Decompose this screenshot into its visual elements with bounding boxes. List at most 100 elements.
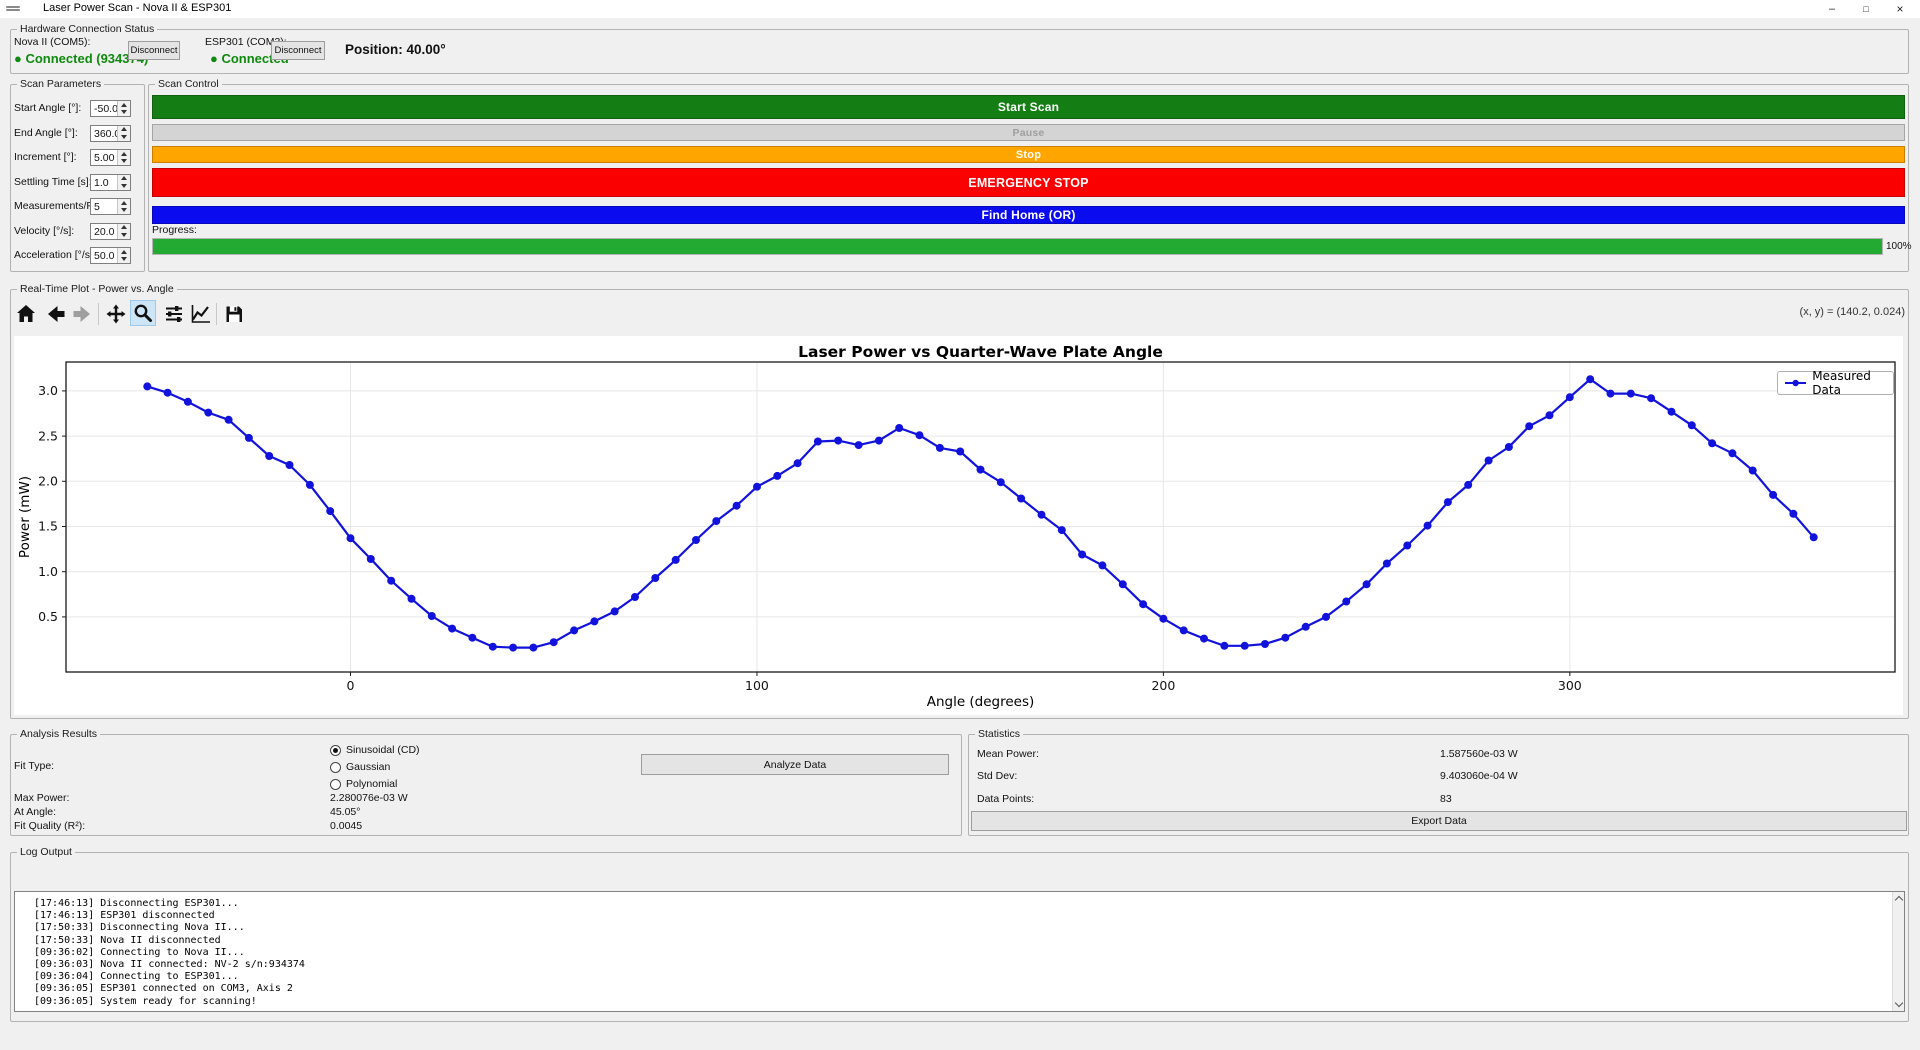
hardware-group-title: Hardware Connection Status <box>17 23 158 35</box>
param-spin-arrows <box>117 199 130 214</box>
spin-up-button[interactable] <box>118 101 130 109</box>
toolbar-forward-button[interactable] <box>70 302 94 326</box>
param-spinbox[interactable]: 50.0 <box>90 247 131 264</box>
toolbar-zoom-button[interactable] <box>130 300 156 326</box>
nova-device-label: Nova II (COM5): <box>14 36 91 48</box>
param-spinbox[interactable]: -50.00 <box>90 100 131 117</box>
minimize-button[interactable]: – <box>1816 0 1848 18</box>
fit-option-label: Sinusoidal (CD) <box>346 744 420 756</box>
start-scan-button[interactable]: Start Scan <box>152 95 1905 119</box>
spin-down-button[interactable] <box>118 182 130 190</box>
toolbar-customize-button[interactable] <box>188 302 212 326</box>
spin-down-button[interactable] <box>118 255 130 263</box>
nova-disconnect-button[interactable]: Disconnect <box>128 41 180 60</box>
spin-up-button[interactable] <box>118 199 130 207</box>
save-icon <box>226 306 242 322</box>
legend-label: Measured Data <box>1812 369 1871 397</box>
svg-text:100: 100 <box>745 678 769 693</box>
spin-up-icon <box>121 225 127 230</box>
scroll-up-button[interactable] <box>1893 892 1905 905</box>
toolbar-separator <box>98 303 99 325</box>
cursor-coords-readout: (x, y) = (140.2, 0.024) <box>1799 306 1905 318</box>
param-spin-arrows <box>117 101 130 116</box>
home-icon <box>17 305 35 322</box>
spin-up-icon <box>121 151 127 156</box>
progress-percent: 100% <box>1886 241 1912 252</box>
param-value: 5.00 <box>94 152 115 164</box>
toolbar-back-button[interactable] <box>44 302 68 326</box>
analysis-group-title: Analysis Results <box>17 728 101 740</box>
progress-bar <box>152 238 1883 255</box>
statistics-group-title: Statistics <box>975 728 1024 740</box>
plot-group-title: Real-Time Plot - Power vs. Angle <box>17 283 177 295</box>
position-readout: Position: 40.00° <box>345 42 446 57</box>
minimize-icon: – <box>1828 3 1836 15</box>
pan-icon <box>106 304 126 324</box>
param-spin-arrows <box>117 150 130 165</box>
log-line: [17:50:33] Disconnecting Nova II... <box>34 922 245 934</box>
toolbar-home-button[interactable] <box>14 302 38 326</box>
param-spinbox[interactable]: 5 <box>90 198 131 215</box>
svg-text:2.5: 2.5 <box>38 428 58 443</box>
spin-up-button[interactable] <box>118 248 130 256</box>
spin-down-button[interactable] <box>118 108 130 116</box>
scroll-down-button[interactable] <box>1893 998 1905 1011</box>
param-spin-arrows <box>117 174 130 190</box>
chevron-down-icon <box>1894 998 1904 1008</box>
param-spinbox[interactable]: 1.0 <box>90 173 131 191</box>
log-scrollbar[interactable] <box>1892 892 1904 1011</box>
statistics-row-value: 1.587560e-03 W <box>1440 748 1518 760</box>
spin-down-button[interactable] <box>118 231 130 239</box>
stop-button[interactable]: Stop <box>152 146 1905 163</box>
svg-text:1.0: 1.0 <box>38 564 58 579</box>
maximize-button[interactable]: □ <box>1850 0 1882 18</box>
fit-option-radio[interactable] <box>330 745 341 756</box>
log-line: [17:50:33] Nova II disconnected <box>34 934 221 946</box>
close-button[interactable]: × <box>1884 0 1916 18</box>
log-output-box[interactable]: [17:46:13] Disconnecting ESP301... [17:46… <box>14 891 1905 1012</box>
app-window: Laser Power Scan - Nova II & ESP301 – □ … <box>0 0 1920 1050</box>
log-line: [09:36:05] System ready for scanning! <box>34 995 257 1007</box>
find-home-button[interactable]: Find Home (OR) <box>152 206 1905 224</box>
log-group-title: Log Output <box>17 846 75 858</box>
plot-canvas[interactable]: 0 100 200 300 0.5 1.0 1.5 2.0 2.5 3.0 <box>14 336 1903 715</box>
spin-down-icon <box>121 232 127 237</box>
spin-up-button[interactable] <box>118 223 130 231</box>
chart-title: Laser Power vs Quarter-Wave Plate Angle <box>798 343 1163 361</box>
emergency-stop-button[interactable]: EMERGENCY STOP <box>152 168 1905 197</box>
spin-down-button[interactable] <box>118 206 130 214</box>
param-spin-arrows <box>117 223 130 239</box>
spin-down-icon <box>121 159 127 164</box>
spin-up-button[interactable] <box>118 125 130 133</box>
svg-text:200: 200 <box>1151 678 1175 693</box>
spin-down-icon <box>121 110 127 115</box>
svg-text:0.5: 0.5 <box>38 609 58 624</box>
log-line: [09:36:05] ESP301 connected on COM3, Axi… <box>34 983 293 995</box>
log-line: [09:36:03] Nova II connected: NV-2 s/n:9… <box>34 959 305 970</box>
spin-down-button[interactable] <box>118 157 130 165</box>
toolbar-subplots-button[interactable] <box>162 302 186 326</box>
analyze-data-button[interactable]: Analyze Data <box>641 754 949 775</box>
statistics-row-value: 9.403060e-04 W <box>1440 770 1518 783</box>
statistics-row-label: Data Points: <box>977 792 1035 805</box>
param-spinbox[interactable]: 5.00 <box>90 149 131 166</box>
forward-icon <box>73 306 90 322</box>
statistics-row-label: Std Dev: <box>977 770 1018 783</box>
param-value: 20.0 <box>94 225 115 238</box>
param-spinbox[interactable]: 360.00 <box>90 124 131 142</box>
spin-down-button[interactable] <box>118 133 130 141</box>
spin-up-button[interactable] <box>118 150 130 158</box>
param-spinbox[interactable]: 20.0 <box>90 222 131 240</box>
param-value: 5 <box>94 201 100 213</box>
plot-svg: 0 100 200 300 0.5 1.0 1.5 2.0 2.5 3.0 <box>14 336 1903 720</box>
chart-x-axis-label: Angle (degrees) <box>926 694 1035 710</box>
esp-disconnect-button[interactable]: Disconnect <box>271 41 325 60</box>
spin-up-button[interactable] <box>118 174 130 182</box>
analysis-row-value: 2.280076e-03 W <box>330 792 408 804</box>
export-data-button[interactable]: Export Data <box>971 811 1907 831</box>
toolbar-save-button[interactable] <box>222 302 246 326</box>
app-icon <box>6 5 20 13</box>
param-label: End Angle [°]: <box>14 126 78 139</box>
spin-up-icon <box>121 200 127 205</box>
toolbar-pan-button[interactable] <box>104 302 128 326</box>
